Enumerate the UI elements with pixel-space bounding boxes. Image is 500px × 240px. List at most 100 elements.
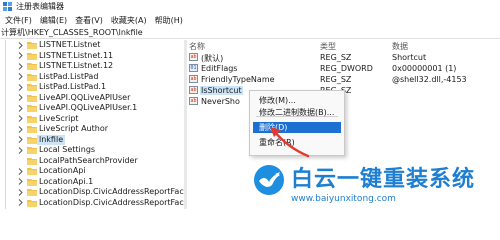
menu-favorites[interactable]: 收藏夹(A) xyxy=(111,15,147,26)
tree-item-label: LocalPathSearchProvider xyxy=(39,155,138,165)
chevron-right-icon[interactable] xyxy=(17,188,23,196)
menu-file[interactable]: 文件(F) xyxy=(5,15,32,26)
header-type[interactable]: 类型 xyxy=(320,41,336,52)
tree-item-label: lnkfile xyxy=(37,134,66,145)
reg-binary-icon: 01 xyxy=(189,64,198,72)
folder-icon xyxy=(27,125,37,133)
tree-item-label: LocationApi xyxy=(39,166,86,175)
value-row[interactable]: 01 EditFlags REG_DWORD 0x00000001 (1) xyxy=(187,63,500,74)
chevron-right-icon[interactable] xyxy=(17,104,23,112)
reg-string-icon: ab xyxy=(189,86,198,94)
tree-item[interactable]: LiveScript Author xyxy=(0,124,184,134)
modify-menu-item[interactable]: 修改(M)... xyxy=(253,95,341,106)
chevron-right-icon[interactable] xyxy=(17,94,23,102)
chevron-right-icon[interactable] xyxy=(17,199,23,207)
menu-bar: 文件(F) 编辑(E) 查看(V) 收藏夹(A) 帮助(H) xyxy=(0,14,500,26)
chevron-right-icon[interactable] xyxy=(17,83,23,91)
folder-icon xyxy=(27,167,37,175)
tree-item[interactable]: LocationApi.1 xyxy=(0,177,184,187)
chevron-right-icon[interactable] xyxy=(17,136,23,144)
tree-item-label: LocationApi.1 xyxy=(39,176,94,186)
folder-icon xyxy=(27,73,37,81)
tree-item-label: LiveScript xyxy=(39,113,79,123)
tree-item-label: LISTNET.Listnet.12 xyxy=(39,61,114,70)
chevron-right-icon[interactable] xyxy=(17,62,23,70)
menu-edit[interactable]: 编辑(E) xyxy=(40,15,67,26)
tree-item[interactable]: lnkfile xyxy=(0,134,184,145)
tree-item-label: LISTNET.Listnet.11 xyxy=(39,50,114,60)
window-title: 注册表编辑器 xyxy=(16,2,64,11)
reg-string-icon: ab xyxy=(189,97,198,105)
folder-icon xyxy=(27,41,37,49)
list-header: 名称 类型 数据 xyxy=(187,40,500,52)
watermark-title: 白云一键重装系统 xyxy=(291,167,476,192)
folder-icon xyxy=(27,136,37,144)
folder-icon xyxy=(27,157,37,165)
watermark: 白云一键重装系统 www.baiyunxitong.com xyxy=(247,161,500,209)
chevron-right-icon[interactable] xyxy=(17,73,23,81)
title-bar: 注册表编辑器 xyxy=(0,0,500,13)
tree-item[interactable]: LiveScript xyxy=(0,114,184,124)
chevron-right-icon[interactable] xyxy=(17,125,23,133)
menu-help[interactable]: 帮助(H) xyxy=(155,15,183,26)
value-type: REG_SZ xyxy=(320,53,352,62)
folder-icon xyxy=(27,104,37,112)
value-name: NeverSho xyxy=(201,97,240,106)
value-name: EditFlags xyxy=(201,64,238,73)
red-arrow-annotation xyxy=(270,127,310,158)
folder-icon xyxy=(27,83,37,91)
tree-item-label: LocationDisp.CivicAddressReportFactor xyxy=(39,187,184,196)
reg-string-icon: ab xyxy=(189,53,198,61)
tree-item-label: LiveAPI.QQLiveAPIUser.1 xyxy=(39,103,138,112)
tree-item[interactable]: LISTNET.Listnet.12 xyxy=(0,61,184,71)
value-type: REG_DWORD xyxy=(320,64,373,73)
value-name: IsShortcut xyxy=(200,86,243,95)
folder-icon xyxy=(27,94,37,102)
folder-icon xyxy=(27,52,37,60)
value-data: Shortcut xyxy=(392,53,427,62)
chevron-right-icon[interactable] xyxy=(17,178,23,186)
tree-item[interactable]: LiveAPI.QQLiveAPIUser.1 xyxy=(0,103,184,113)
tree-item[interactable]: LiveAPI.QQLiveAPIUser xyxy=(0,93,184,103)
folder-icon xyxy=(27,178,37,186)
tree-item[interactable]: LocationDisp.CivicAddressReportFactor xyxy=(0,198,184,208)
tree-item[interactable]: ListPad.ListPad.1 xyxy=(0,82,184,92)
folder-icon xyxy=(27,115,37,123)
chevron-right-icon[interactable] xyxy=(17,167,23,175)
tree-item-label: LiveAPI.QQLiveAPIUser xyxy=(39,92,131,102)
folder-icon xyxy=(27,62,37,70)
value-row[interactable]: ab (默认) REG_SZ Shortcut xyxy=(187,52,500,63)
chevron-right-icon[interactable] xyxy=(17,52,23,60)
value-data: 0x00000001 (1) xyxy=(392,64,457,73)
key-tree: LISTNET.Listnet LISTNET.Listnet.11 LISTNET… xyxy=(0,40,184,209)
registry-editor-icon xyxy=(3,2,12,11)
tree-item[interactable]: ListPad.ListPad xyxy=(0,72,184,82)
header-data[interactable]: 数据 xyxy=(392,41,408,52)
value-row[interactable]: ab FriendlyTypeName REG_SZ @shell32.dll,-41… xyxy=(187,74,500,85)
value-name: FriendlyTypeName xyxy=(201,75,275,84)
tree-item-label: LISTNET.Listnet xyxy=(39,40,101,49)
tree-item-label: Local Settings xyxy=(39,145,96,154)
tree-item[interactable]: Local Settings xyxy=(0,145,184,155)
tree-item-label: ListPad.ListPad xyxy=(39,71,99,81)
tree-item[interactable]: LISTNET.Listnet.11 xyxy=(0,51,184,61)
chevron-right-icon[interactable] xyxy=(17,41,23,49)
address-bar[interactable]: 计算机\HKEY_CLASSES_ROOT\lnkfile xyxy=(0,27,500,39)
tree-item[interactable]: LocalPathSearchProvider xyxy=(0,156,184,166)
tree-item-label: LiveScript Author xyxy=(39,124,109,133)
tree-item[interactable]: LocationApi xyxy=(0,166,184,176)
tree-item[interactable]: LISTNET.Listnet xyxy=(0,40,184,50)
chevron-right-icon[interactable] xyxy=(17,115,23,123)
header-name[interactable]: 名称 xyxy=(189,41,205,52)
value-type: REG_SZ xyxy=(320,75,352,84)
modify-binary-menu-item[interactable]: 修改二进制数据(B)... xyxy=(253,107,341,118)
folder-icon xyxy=(27,199,37,207)
chevron-right-icon[interactable] xyxy=(17,146,23,154)
folder-icon xyxy=(27,188,37,196)
tree-item[interactable]: LocationDisp.CivicAddressReportFactor xyxy=(0,187,184,197)
menu-view[interactable]: 查看(V) xyxy=(75,15,103,26)
tree-item-label: LocationDisp.CivicAddressReportFactor xyxy=(39,197,184,207)
address-path[interactable]: 计算机\HKEY_CLASSES_ROOT\lnkfile xyxy=(1,27,143,38)
reg-string-icon: ab xyxy=(189,75,198,83)
watermark-url: www.baiyunxitong.com xyxy=(291,194,396,204)
